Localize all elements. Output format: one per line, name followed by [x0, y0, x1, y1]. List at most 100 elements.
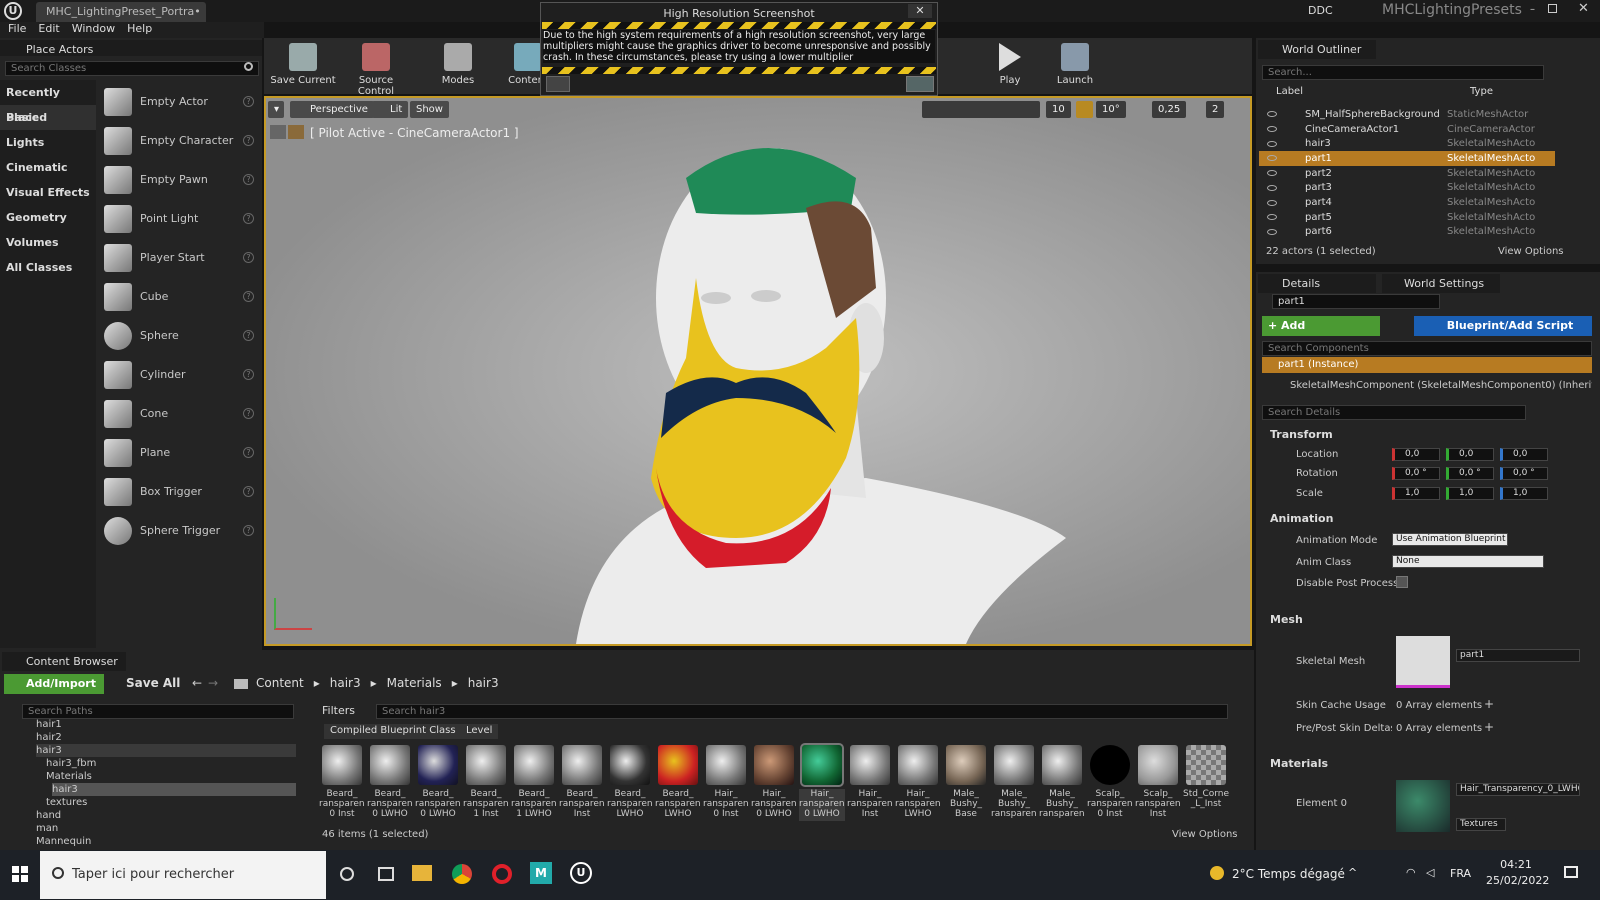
skeletal-mesh-component-row[interactable]: SkeletalMeshComponent (SkeletalMeshCompo…	[1290, 380, 1592, 391]
content-browser-tab[interactable]: Content Browser	[2, 652, 126, 671]
rotation-x-field[interactable]: 0,0 °	[1392, 467, 1440, 480]
tree-item[interactable]: hand	[36, 809, 61, 822]
asset-thumbnail[interactable]	[418, 745, 458, 785]
component-instance-row[interactable]: part1 (Instance)	[1262, 357, 1592, 373]
tree-item[interactable]: hair1	[36, 718, 62, 731]
outliner-row[interactable]: part2 SkeletalMeshActo	[1259, 166, 1555, 181]
breadcrumb-hair3-current[interactable]: hair3	[468, 676, 499, 690]
opera-icon[interactable]	[492, 864, 512, 884]
filter-chip[interactable]: Level	[460, 724, 499, 739]
asset-thumbnail-selected[interactable]	[800, 743, 844, 787]
play-button[interactable]: Play	[990, 40, 1030, 92]
material-select[interactable]: Hair_Transparency_0_LWHC	[1456, 783, 1580, 796]
asset-thumbnail[interactable]	[466, 745, 506, 785]
help-icon[interactable]: ?	[243, 213, 254, 224]
actor-item[interactable]: Empty Actor?	[104, 82, 254, 121]
actor-item[interactable]: Cylinder?	[104, 355, 254, 394]
rotation-label[interactable]: Rotation	[1296, 468, 1338, 479]
help-icon[interactable]: ?	[243, 135, 254, 146]
network-icon[interactable]: ◠	[1406, 866, 1416, 879]
material-thumbnail[interactable]	[1396, 780, 1450, 832]
visibility-eye-icon[interactable]	[1267, 199, 1277, 206]
search-paths-input[interactable]: Search Paths	[22, 704, 294, 719]
tree-item[interactable]: hair2	[36, 731, 62, 744]
actor-item[interactable]: Empty Pawn?	[104, 160, 254, 199]
location-y-field[interactable]: 0,0	[1446, 448, 1494, 461]
tree-item[interactable]: hair3	[36, 744, 296, 757]
scale-z-field[interactable]: 1,0	[1500, 487, 1548, 500]
tree-item[interactable]: Mannequin	[36, 835, 91, 846]
visibility-eye-icon[interactable]	[1267, 170, 1277, 177]
outliner-col-type[interactable]: Type	[1470, 86, 1493, 97]
visibility-eye-icon[interactable]	[1267, 214, 1277, 221]
tree-item[interactable]: hair3_fbm	[46, 757, 96, 770]
tree-item[interactable]: man	[36, 822, 58, 835]
menu-file[interactable]: File	[8, 22, 26, 38]
actor-item[interactable]: Player Start?	[104, 238, 254, 277]
anim-class-select[interactable]: None	[1392, 555, 1544, 568]
rotation-y-field[interactable]: 0,0 °	[1446, 467, 1494, 480]
launch-button[interactable]: Launch	[1050, 40, 1100, 92]
tree-item-selected[interactable]: hair3	[52, 783, 296, 796]
visibility-eye-icon[interactable]	[1267, 228, 1277, 235]
help-icon[interactable]: ?	[243, 447, 254, 458]
category-recently-placed[interactable]: Recently Placed	[0, 80, 96, 124]
outliner-row[interactable]: CineCameraActor1 CineCameraActor	[1259, 122, 1555, 137]
asset-thumbnail[interactable]	[754, 745, 794, 785]
skeletal-mesh-thumbnail[interactable]	[1396, 636, 1450, 688]
tree-item[interactable]: Materials	[46, 770, 92, 783]
menu-help[interactable]: Help	[127, 22, 152, 38]
world-outliner-tab[interactable]: World Outliner	[1258, 40, 1376, 59]
outliner-col-label[interactable]: Label	[1276, 86, 1303, 97]
animation-mode-select[interactable]: Use Animation Blueprint	[1392, 533, 1508, 546]
rotation-z-field[interactable]: 0,0 °	[1500, 467, 1548, 480]
outliner-row[interactable]: SM_HalfSphereBackground StaticMeshActor	[1259, 107, 1555, 122]
cortana-icon[interactable]	[340, 867, 354, 881]
add-element-icon[interactable]: +	[1484, 720, 1494, 734]
help-icon[interactable]: ?	[243, 96, 254, 107]
actor-name-field[interactable]: part1	[1272, 294, 1440, 309]
windows-start-icon[interactable]	[12, 866, 28, 882]
category-volumes[interactable]: Volumes	[0, 230, 96, 255]
add-import-button[interactable]: Add/Import	[4, 674, 104, 694]
asset-thumbnail[interactable]	[850, 745, 890, 785]
outliner-view-options[interactable]: View Options	[1498, 246, 1564, 257]
document-tab[interactable]: MHC_LightingPreset_Portra•	[36, 2, 206, 22]
outliner-row[interactable]: part5 SkeletalMeshActo	[1259, 210, 1555, 225]
actor-item[interactable]: Sphere?	[104, 316, 254, 355]
asset-thumbnail[interactable]	[322, 745, 362, 785]
forward-arrow-icon[interactable]: →	[208, 676, 218, 690]
breadcrumb-hair3[interactable]: hair3	[330, 676, 361, 690]
location-x-field[interactable]: 0,0	[1392, 448, 1440, 461]
ue-logo-icon[interactable]: U	[4, 2, 22, 20]
category-lights[interactable]: Lights	[0, 130, 96, 155]
capture-camera-icon[interactable]	[906, 76, 934, 92]
maximize-icon[interactable]	[1548, 4, 1557, 13]
details-tab[interactable]: Details	[1258, 274, 1376, 293]
volume-icon[interactable]: ◁	[1426, 866, 1434, 879]
visibility-eye-icon[interactable]	[1267, 111, 1277, 118]
clock-time[interactable]: 04:21	[1486, 858, 1546, 871]
textures-dropdown[interactable]: Textures	[1456, 818, 1506, 831]
help-icon[interactable]: ?	[243, 291, 254, 302]
search-components-input[interactable]: Search Components	[1262, 341, 1592, 356]
clock-date[interactable]: 25/02/2022	[1486, 874, 1549, 887]
visibility-eye-icon[interactable]	[1267, 126, 1277, 133]
category-cinematic[interactable]: Cinematic	[0, 155, 96, 180]
actor-item[interactable]: Empty Character?	[104, 121, 254, 160]
outliner-row[interactable]: part3 SkeletalMeshActo	[1259, 181, 1555, 196]
save-current-button[interactable]: Save Current	[268, 40, 338, 92]
search-details-input[interactable]: Search Details	[1262, 405, 1526, 420]
category-geometry[interactable]: Geometry	[0, 205, 96, 230]
close-window-icon[interactable]: ✕	[1578, 1, 1589, 16]
breadcrumb-materials[interactable]: Materials	[387, 676, 442, 690]
asset-search-input[interactable]: Search hair3	[376, 704, 1228, 719]
add-element-icon[interactable]: +	[1484, 697, 1494, 711]
task-view-icon[interactable]	[378, 867, 394, 881]
location-label[interactable]: Location	[1296, 449, 1338, 460]
asset-thumbnail[interactable]	[370, 745, 410, 785]
search-classes-input[interactable]: Search Classes	[5, 61, 259, 76]
asset-thumbnail[interactable]	[1186, 745, 1226, 785]
mesh-section[interactable]: Mesh	[1270, 613, 1303, 626]
chrome-icon[interactable]	[452, 864, 472, 884]
